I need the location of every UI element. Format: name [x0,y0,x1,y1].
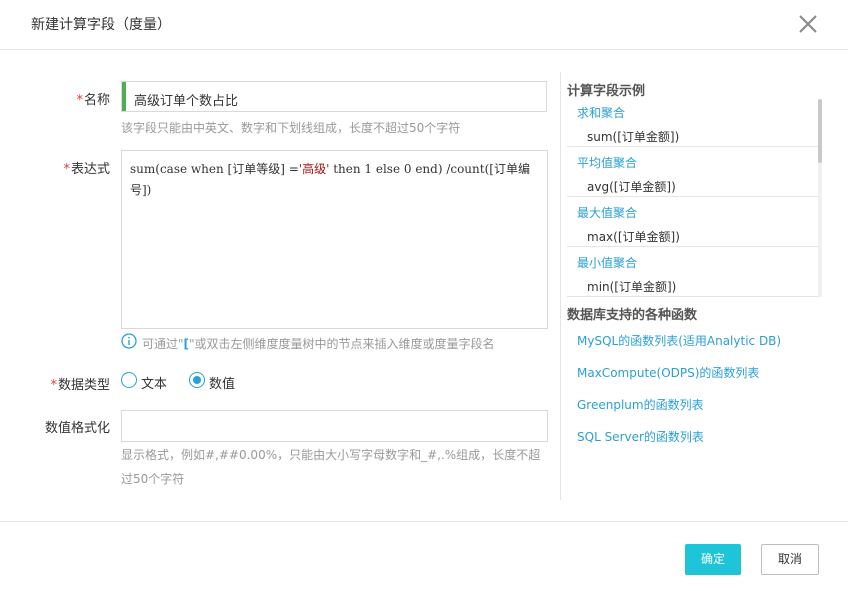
example-name: 最大值聚合 [577,206,638,220]
name-label: *名称 [76,93,110,108]
expression-editor[interactable]: sum(case when [订单等级] ='高级' then 1 else 0… [121,150,548,329]
required-mark: * [76,93,83,108]
expression-insert-hint: 可通过"["或双击左侧维度度量树中的节点来插入维度或度量字段名 [142,337,495,351]
new-calculated-field-dialog: 新建计算字段（度量） *名称 高级订单个数占比 该字段只能由中英文、数字和下划线… [0,0,848,591]
maxcompute-functions-link[interactable]: MaxCompute(ODPS)的函数列表 [577,364,759,381]
greenplum-functions-link[interactable]: Greenplum的函数列表 [577,396,704,413]
close-icon[interactable] [798,14,820,36]
expression-string-literal: '高级' [298,162,330,176]
name-hint: 该字段只能由中英文、数字和下划线组成，长度不超过50个字符 [121,121,461,135]
name-value: 高级订单个数占比 [134,94,239,109]
cancel-button[interactable]: 取消 [761,544,819,575]
number-format-hint-line2: 过50个字符 [121,472,185,486]
example-item: 最小值聚合 min([订单金额]) [567,247,821,297]
expression-code: sum(case when [订单等级] = [130,162,299,176]
example-code: max([订单金额]) [587,230,680,244]
example-item: 平均值聚合 avg([订单金额]) [567,147,821,197]
radio-text-type[interactable] [121,372,137,388]
footer-divider [0,521,848,522]
required-mark: * [50,378,57,393]
confirm-button[interactable]: 确定 [685,544,741,575]
required-mark: * [63,162,70,177]
number-format-input[interactable] [121,410,548,442]
panel-divider [560,72,561,500]
radio-text-label: 文本 [141,377,168,392]
example-code: sum([订单金额]) [587,130,680,144]
mysql-functions-link[interactable]: MySQL的函数列表(适用Analytic DB) [577,332,781,349]
example-name: 求和聚合 [577,106,626,120]
dialog-header: 新建计算字段（度量） [0,0,848,50]
expression-label: *表达式 [63,162,110,177]
dialog-title: 新建计算字段（度量） [31,17,171,33]
example-name: 平均值聚合 [577,156,638,170]
example-code: avg([订单金额]) [587,180,676,194]
radio-number-type[interactable] [189,372,205,388]
examples-list[interactable]: 求和聚合 sum([订单金额]) 平均值聚合 avg([订单金额]) 最大值聚合… [567,97,821,297]
sqlserver-functions-link[interactable]: SQL Server的函数列表 [577,428,704,445]
example-item: 求和聚合 sum([订单金额]) [567,97,821,147]
example-code: min([订单金额]) [587,280,677,294]
examples-scrollbar-thumb[interactable] [818,99,822,163]
info-icon [121,333,137,349]
name-input[interactable]: 高级订单个数占比 [121,81,547,112]
radio-number-label: 数值 [209,377,236,392]
input-focus-bar [122,82,126,111]
data-type-label: *数据类型 [50,378,110,393]
example-item: 最大值聚合 max([订单金额]) [567,197,821,247]
example-name: 最小值聚合 [577,256,638,270]
number-format-label: 数值格式化 [44,421,110,436]
number-format-hint-line1: 显示格式，例如#,##0.00%，只能由大小写字母数字和_#,.%组成，长度不超 [121,448,541,462]
functions-title: 数据库支持的各种函数 [567,308,698,323]
